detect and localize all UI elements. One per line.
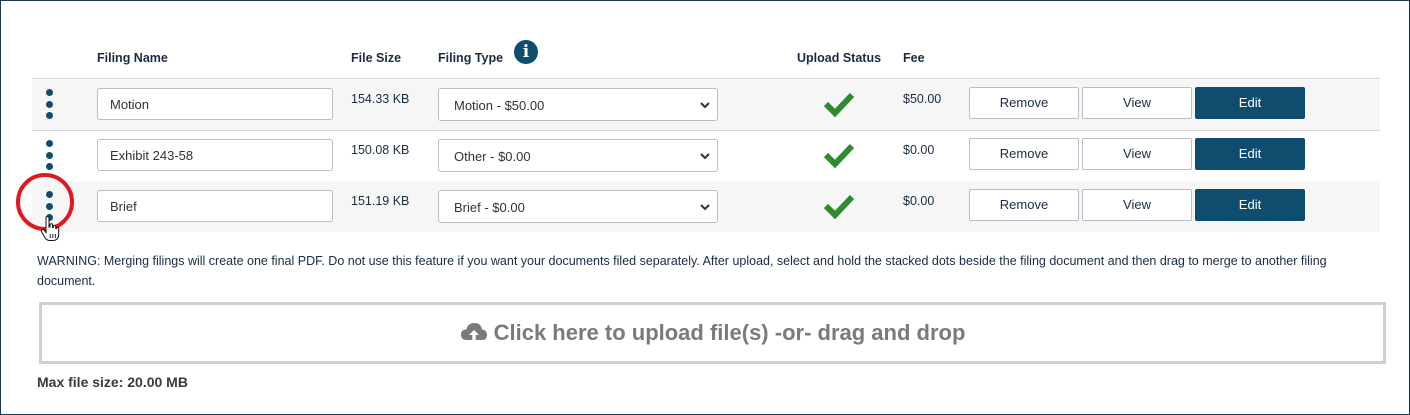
checkmark-icon <box>823 143 855 168</box>
chevron-down-icon <box>700 204 710 211</box>
fee-value: $0.00 <box>903 194 935 208</box>
edit-button[interactable]: Edit <box>1195 189 1305 221</box>
checkmark-icon <box>823 92 855 117</box>
header-fee: Fee <box>903 51 925 65</box>
filing-name-input[interactable] <box>97 88 333 120</box>
filing-row: 154.33 KB Motion - $50.00 $50.00 Remove … <box>32 79 1380 131</box>
drag-handle-icon[interactable] <box>42 140 56 170</box>
header-upload-status: Upload Status <box>797 51 882 65</box>
filing-name-input[interactable] <box>97 139 333 171</box>
filing-row: 150.08 KB Other - $0.00 $0.00 Remove Vie… <box>32 130 1380 182</box>
chevron-down-icon <box>700 102 710 109</box>
chevron-down-icon <box>700 153 710 160</box>
checkmark-icon <box>823 194 855 219</box>
merge-warning-text: WARNING: Merging filings will create one… <box>37 254 1327 288</box>
filing-type-select[interactable]: Motion - $50.00 <box>438 88 718 121</box>
cloud-upload-icon <box>460 323 487 344</box>
header-filing-name: Filing Name <box>97 51 168 65</box>
max-file-size: Max file size: 20.00 MB <box>37 374 188 390</box>
filing-type-select[interactable]: Other - $0.00 <box>438 139 718 172</box>
view-button[interactable]: View <box>1082 138 1192 170</box>
filing-type-value: Brief - $0.00 <box>454 200 525 215</box>
info-icon[interactable]: i <box>514 40 538 64</box>
filing-type-value: Motion - $50.00 <box>454 98 545 113</box>
edit-button[interactable]: Edit <box>1195 87 1305 119</box>
remove-button[interactable]: Remove <box>969 189 1079 221</box>
edit-button[interactable]: Edit <box>1195 138 1305 170</box>
remove-button[interactable]: Remove <box>969 138 1079 170</box>
view-button[interactable]: View <box>1082 87 1192 119</box>
fee-value: $50.00 <box>903 92 942 106</box>
drag-handle-icon[interactable] <box>42 89 56 119</box>
filing-upload-panel: Filing Name File Size Filing Type i Uplo… <box>0 0 1410 415</box>
file-size: 154.33 KB <box>351 92 410 106</box>
filing-row: 151.19 KB Brief - $0.00 $0.00 Remove Vie… <box>32 181 1380 232</box>
header-filing-type: Filing Type <box>438 51 504 65</box>
hand-pointer-cursor-icon <box>40 216 60 241</box>
filing-type-select[interactable]: Brief - $0.00 <box>438 190 718 223</box>
file-size: 151.19 KB <box>351 194 410 208</box>
dropzone-label: Click here to upload file(s) -or- drag a… <box>493 320 966 345</box>
file-size: 150.08 KB <box>351 143 410 157</box>
upload-dropzone[interactable]: Click here to upload file(s) -or- drag a… <box>39 302 1386 364</box>
view-button[interactable]: View <box>1082 189 1192 221</box>
remove-button[interactable]: Remove <box>969 87 1079 119</box>
filing-type-value: Other - $0.00 <box>454 149 531 164</box>
fee-value: $0.00 <box>903 143 935 157</box>
header-file-size: File Size <box>351 51 402 65</box>
filing-name-input[interactable] <box>97 190 333 222</box>
